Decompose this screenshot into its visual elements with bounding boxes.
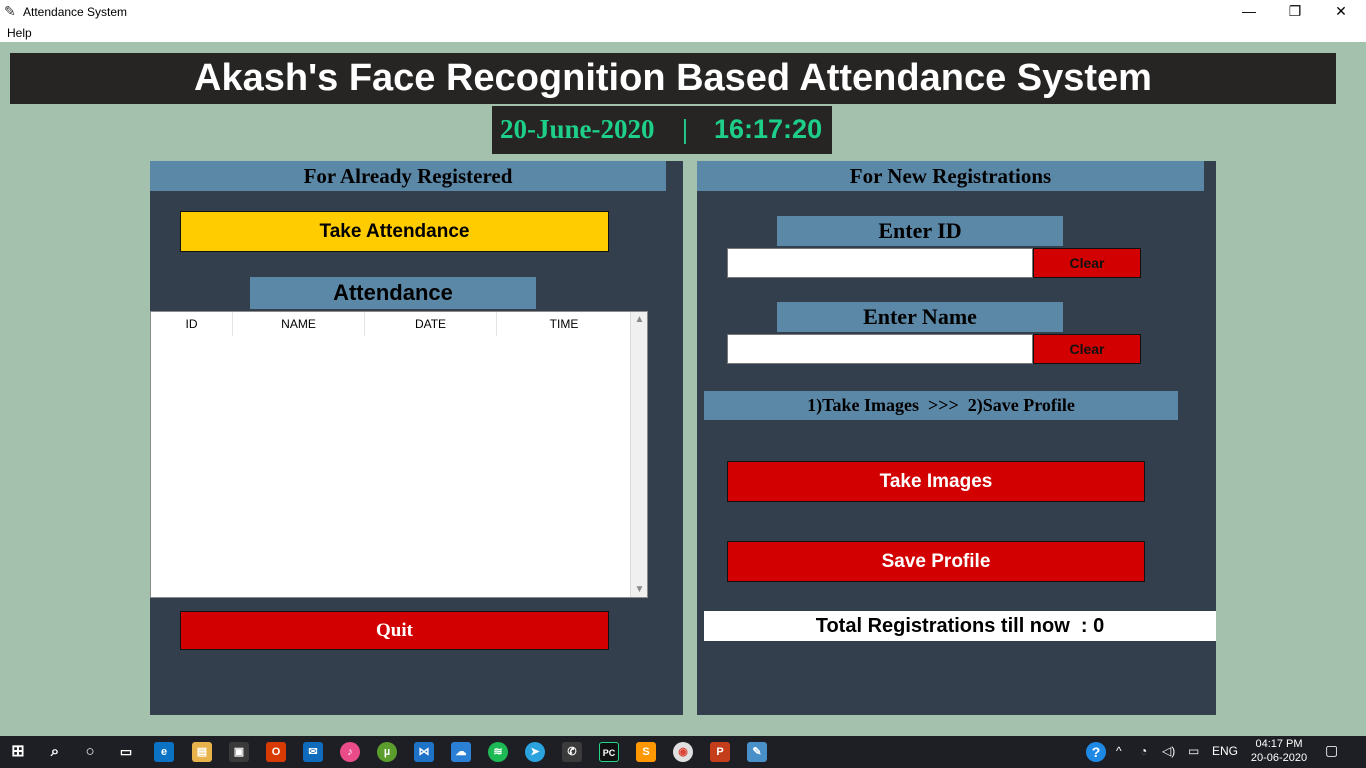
pycharm-icon[interactable]: PC — [599, 742, 619, 762]
menu-help[interactable]: Help — [7, 26, 32, 40]
restore-button[interactable]: ❐ — [1272, 0, 1318, 24]
itunes-icon[interactable]: ♪ — [340, 742, 360, 762]
notifications-icon[interactable]: ▢ — [1325, 742, 1338, 759]
windows-start-icon[interactable]: ⊞ — [8, 742, 28, 762]
taskbar-date: 20-06-2020 — [1250, 752, 1308, 764]
taskbar-clock[interactable]: 04:17 PM 20-06-2020 — [1244, 737, 1314, 765]
task-view-icon[interactable]: ▭ — [116, 742, 136, 762]
attendance-table[interactable]: ID NAME DATE TIME ▲ ▼ — [150, 311, 648, 598]
app-title: Akash's Face Recognition Based Attendanc… — [194, 57, 1152, 99]
sublime-icon[interactable]: S — [636, 742, 656, 762]
instructions-label: 1)Take Images >>> 2)Save Profile — [704, 391, 1178, 420]
office-icon[interactable]: O — [266, 742, 286, 762]
clear-name-button[interactable]: Clear — [1033, 334, 1141, 364]
window-title: Attendance System — [23, 5, 128, 19]
vscode-icon[interactable]: ⋈ — [414, 742, 434, 762]
taskbar-time: 04:17 PM — [1255, 738, 1303, 750]
telegram-icon[interactable]: ➤ — [525, 742, 545, 762]
spotify-icon[interactable]: ≋ — [488, 742, 508, 762]
scroll-up-icon[interactable]: ▲ — [631, 314, 648, 325]
date-time-display: 20-June-2020 | 16:17:20 — [492, 106, 832, 154]
scroll-down-icon[interactable]: ▼ — [631, 584, 648, 595]
windows-taskbar: ⊞ ⌕ ○ ▭ e ▤ ▣ O ✉ ♪ µ ⋈ ☁ ≋ ➤ ✆ PC S ◉ P… — [0, 736, 1366, 768]
feather-icon: ✎ — [4, 3, 16, 19]
clear-id-button[interactable]: Clear — [1033, 248, 1141, 278]
menubar: Help — [0, 24, 1366, 42]
search-icon[interactable]: ⌕ — [45, 742, 65, 762]
enter-name-label: Enter Name — [777, 302, 1063, 332]
window-titlebar: ✎ Attendance System — ❐ ✕ — [0, 0, 1366, 24]
chrome-icon[interactable]: ◉ — [673, 742, 693, 762]
app-header: Akash's Face Recognition Based Attendanc… — [10, 53, 1336, 104]
enter-id-label: Enter ID — [777, 216, 1063, 246]
column-header-date[interactable]: DATE — [365, 312, 497, 336]
time-label: 16:17:20 — [714, 114, 823, 144]
close-button[interactable]: ✕ — [1318, 0, 1364, 24]
new-registration-heading: For New Registrations — [697, 161, 1204, 191]
quit-button[interactable]: Quit — [180, 611, 609, 650]
onedrive-icon[interactable]: ☁ — [451, 742, 471, 762]
column-header-name[interactable]: NAME — [233, 312, 365, 336]
utorrent-icon[interactable]: µ — [377, 742, 397, 762]
whatsapp-icon[interactable]: ✆ — [562, 742, 582, 762]
save-profile-button[interactable]: Save Profile — [727, 541, 1145, 582]
clock-separator: | — [682, 114, 688, 144]
help-icon[interactable]: ? — [1086, 742, 1106, 762]
total-registrations-label: Total Registrations till now : 0 — [704, 611, 1216, 641]
volume-icon[interactable]: ◁) — [1162, 744, 1175, 758]
take-attendance-button[interactable]: Take Attendance — [180, 211, 609, 252]
battery-icon[interactable]: ▭ — [1188, 744, 1199, 758]
chevron-up-icon[interactable]: ^ — [1116, 744, 1122, 758]
language-indicator[interactable]: ENG — [1212, 744, 1238, 758]
powerpoint-icon[interactable]: P — [710, 742, 730, 762]
date-label: 20-June-2020 — [500, 114, 655, 144]
wifi-icon[interactable]: ◔ — [1140, 744, 1147, 758]
edge-icon[interactable]: e — [154, 742, 174, 762]
registered-heading: For Already Registered — [150, 161, 666, 191]
file-explorer-icon[interactable]: ▤ — [192, 742, 212, 762]
table-scrollbar[interactable]: ▲ ▼ — [630, 312, 647, 597]
id-input[interactable] — [727, 248, 1033, 278]
name-input[interactable] — [727, 334, 1033, 364]
cortana-icon[interactable]: ○ — [80, 742, 100, 762]
take-images-button[interactable]: Take Images — [727, 461, 1145, 502]
minimize-button[interactable]: — — [1226, 0, 1272, 24]
python-app-icon[interactable]: ✎ — [747, 742, 767, 762]
store-icon[interactable]: ▣ — [229, 742, 249, 762]
column-header-id[interactable]: ID — [151, 312, 233, 336]
column-header-time[interactable]: TIME — [497, 312, 631, 336]
mail-icon[interactable]: ✉ — [303, 742, 323, 762]
attendance-heading: Attendance — [250, 277, 536, 309]
